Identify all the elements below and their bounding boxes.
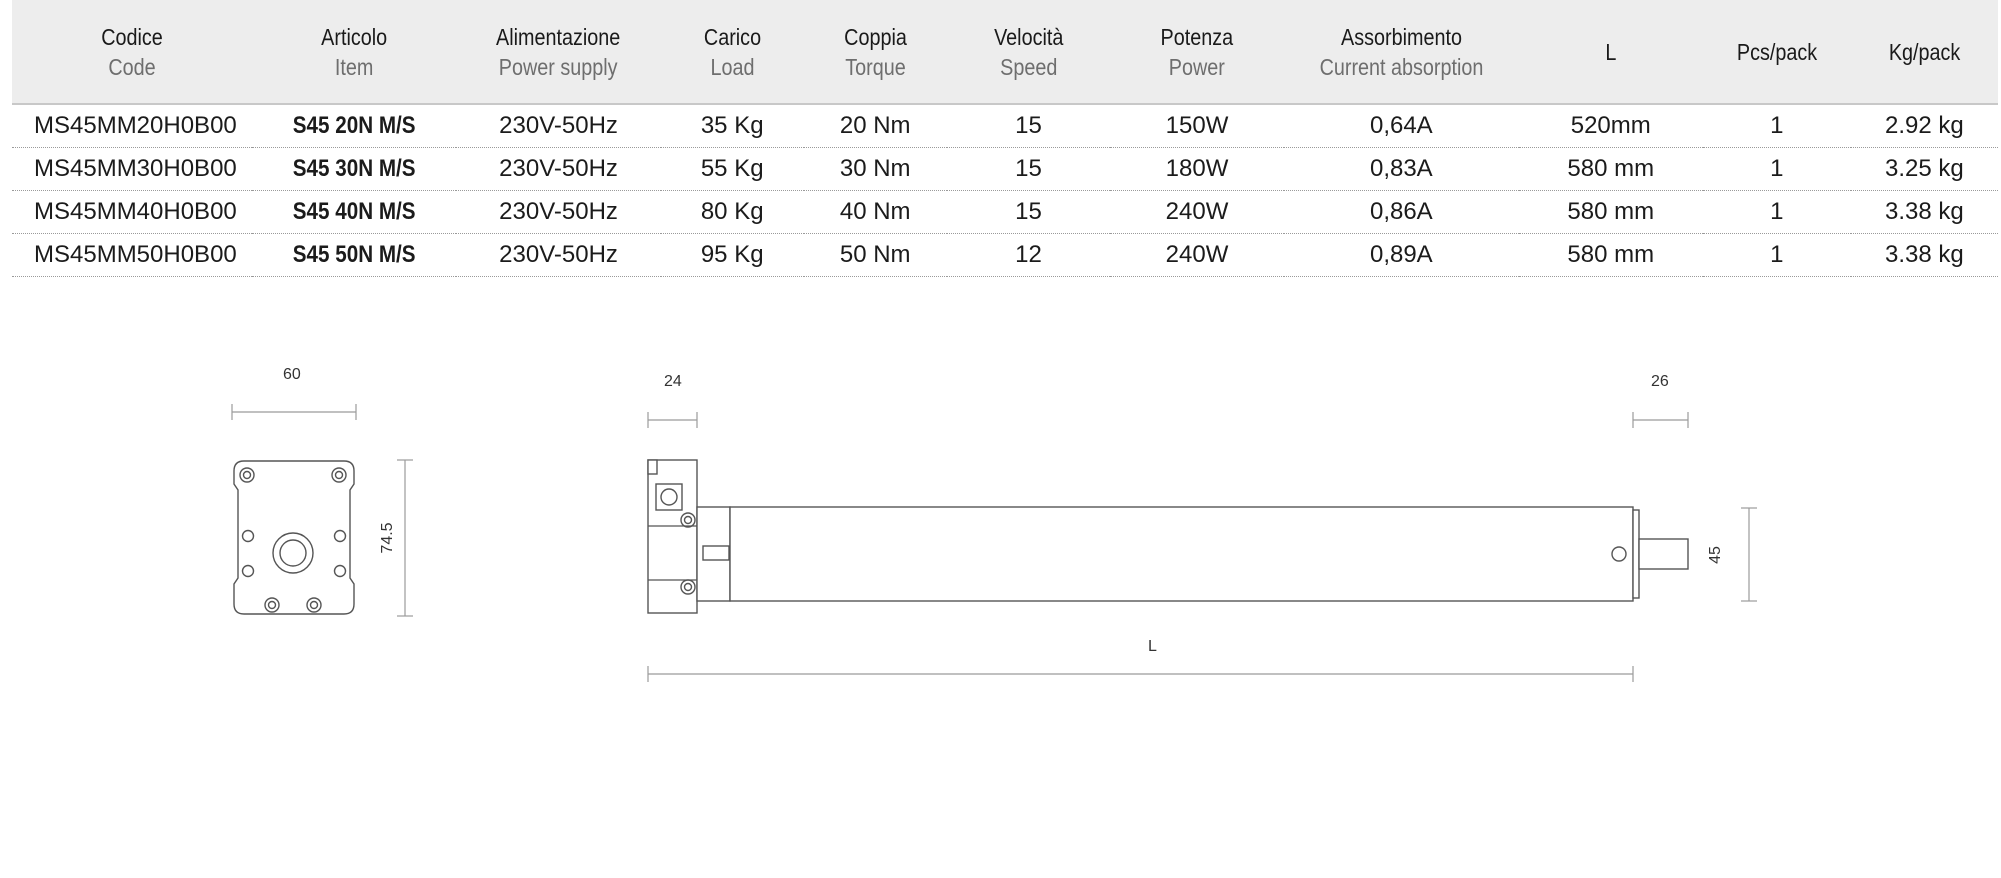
- spec-table: Codice Code Articolo Item Alimentazione Pow…: [12, 0, 1998, 277]
- header-current-absorption: Assorbimento Current absorption: [1300, 0, 1503, 105]
- mounting-screw: [331, 467, 347, 483]
- mounting-hole: [241, 529, 255, 543]
- mounting-screw: [239, 467, 255, 483]
- output-shaft: [1638, 538, 1689, 570]
- cell-item: S45 20N M/S: [266, 104, 443, 148]
- drive-collar: [696, 506, 731, 602]
- header-load: Carico Load: [670, 0, 794, 105]
- header-speed: Velocità Speed: [958, 0, 1099, 105]
- mounting-screw: [264, 597, 280, 613]
- mounting-hole: [333, 529, 347, 543]
- mounting-screw: [306, 597, 322, 613]
- table-row: MS45MM30H0B00 S45 30N M/S 230V-50Hz 55 K…: [12, 147, 1998, 191]
- cell-item: S45 40N M/S: [266, 190, 443, 234]
- table-row: MS45MM50H0B00 S45 50N M/S 230V-50Hz 95 K…: [12, 233, 1998, 277]
- cell-torque: 40 Nm: [803, 190, 947, 234]
- cell-current-absorption: 0,83A: [1283, 147, 1519, 191]
- table-row: MS45MM20H0B00 S45 20N M/S 230V-50Hz 35 K…: [12, 104, 1998, 148]
- cell-current-absorption: 0,89A: [1283, 233, 1519, 277]
- mounting-screw: [334, 470, 344, 480]
- table-row: MS45MM40H0B00 S45 40N M/S 230V-50Hz 80 K…: [12, 190, 1998, 234]
- cell-pcs-pack: 1: [1702, 233, 1851, 277]
- center-bore-inner: [279, 539, 307, 567]
- motor-tube: [729, 506, 1634, 602]
- table-header-row: Codice Code Articolo Item Alimentazione Pow…: [12, 0, 1998, 105]
- cell-item: S45 30N M/S: [266, 147, 443, 191]
- cell-pcs-pack: 1: [1702, 104, 1851, 148]
- cell-power: 150W: [1110, 104, 1284, 148]
- head-socket-bore: [660, 488, 678, 506]
- cell-item: S45 50N M/S: [266, 233, 443, 277]
- head-screw: [683, 582, 693, 592]
- cell-length: 580 mm: [1518, 147, 1703, 191]
- cell-current-absorption: 0,64A: [1283, 104, 1519, 148]
- center-bore: [272, 532, 314, 574]
- cell-torque: 30 Nm: [803, 147, 947, 191]
- mounting-screw: [242, 470, 252, 480]
- motor-head: [647, 459, 698, 614]
- end-view: 60 74.5: [231, 366, 413, 617]
- header-pcs-pack: Pcs/pack: [1713, 0, 1841, 105]
- tube-pin-hole: [1611, 546, 1627, 562]
- cell-kg-pack: 3.38 kg: [1850, 190, 1998, 234]
- cell-torque: 50 Nm: [803, 233, 947, 277]
- cell-length: 580 mm: [1518, 233, 1703, 277]
- cell-speed: 15: [946, 190, 1111, 234]
- cell-code: MS45MM30H0B00: [12, 147, 253, 191]
- cell-power-supply: 230V-50Hz: [456, 233, 661, 277]
- cell-code: MS45MM50H0B00: [12, 233, 253, 277]
- header-length: L: [1531, 0, 1690, 105]
- head-socket: [655, 483, 683, 511]
- header-torque: Coppia Torque: [813, 0, 937, 105]
- cell-kg-pack: 2.92 kg: [1850, 104, 1998, 148]
- cell-length: 520mm: [1518, 104, 1703, 148]
- dimension-diameter-label: 45: [1707, 546, 1724, 564]
- cell-power-supply: 230V-50Hz: [456, 147, 661, 191]
- cell-kg-pack: 3.25 kg: [1850, 147, 1998, 191]
- cell-speed: 15: [946, 104, 1111, 148]
- cell-pcs-pack: 1: [1702, 147, 1851, 191]
- cell-speed: 12: [946, 233, 1111, 277]
- tail-cap: [1632, 509, 1640, 599]
- cell-power-supply: 230V-50Hz: [456, 104, 661, 148]
- end-plate-outline: [233, 460, 355, 615]
- cell-power: 240W: [1110, 190, 1284, 234]
- cell-code: MS45MM40H0B00: [12, 190, 253, 234]
- header-power-supply: Alimentazione Power supply: [470, 0, 647, 105]
- dimension-head-label: 24: [664, 373, 682, 390]
- dimension-width-label: 60: [283, 366, 301, 383]
- side-view: 24 26 45 L: [647, 373, 1757, 682]
- header-power: Potenza Power: [1122, 0, 1272, 105]
- cell-power: 180W: [1110, 147, 1284, 191]
- cell-load: 55 Kg: [660, 147, 804, 191]
- cell-load: 80 Kg: [660, 190, 804, 234]
- header-kg-pack: Kg/pack: [1861, 0, 1988, 105]
- cell-load: 35 Kg: [660, 104, 804, 148]
- cell-length: 580 mm: [1518, 190, 1703, 234]
- cell-power-supply: 230V-50Hz: [456, 190, 661, 234]
- cell-power: 240W: [1110, 233, 1284, 277]
- cell-torque: 20 Nm: [803, 104, 947, 148]
- mounting-hole: [333, 564, 347, 578]
- header-item: Articolo Item: [266, 0, 443, 105]
- mounting-hole: [241, 564, 255, 578]
- cell-kg-pack: 3.38 kg: [1850, 233, 1998, 277]
- drive-collar-inner: [702, 545, 730, 561]
- head-screw: [680, 579, 696, 595]
- head-notch: [647, 459, 658, 475]
- cell-load: 95 Kg: [660, 233, 804, 277]
- head-screw: [680, 512, 696, 528]
- cell-current-absorption: 0,86A: [1283, 190, 1519, 234]
- dimension-length-label: L: [1148, 638, 1157, 655]
- mounting-screw: [267, 600, 277, 610]
- dimension-tail-label: 26: [1651, 373, 1669, 390]
- cell-pcs-pack: 1: [1702, 190, 1851, 234]
- dimension-height-label: 74.5: [379, 522, 396, 553]
- cell-code: MS45MM20H0B00: [12, 104, 253, 148]
- mounting-screw: [309, 600, 319, 610]
- head-screw: [683, 515, 693, 525]
- header-code: Codice Code: [28, 0, 236, 105]
- cell-speed: 15: [946, 147, 1111, 191]
